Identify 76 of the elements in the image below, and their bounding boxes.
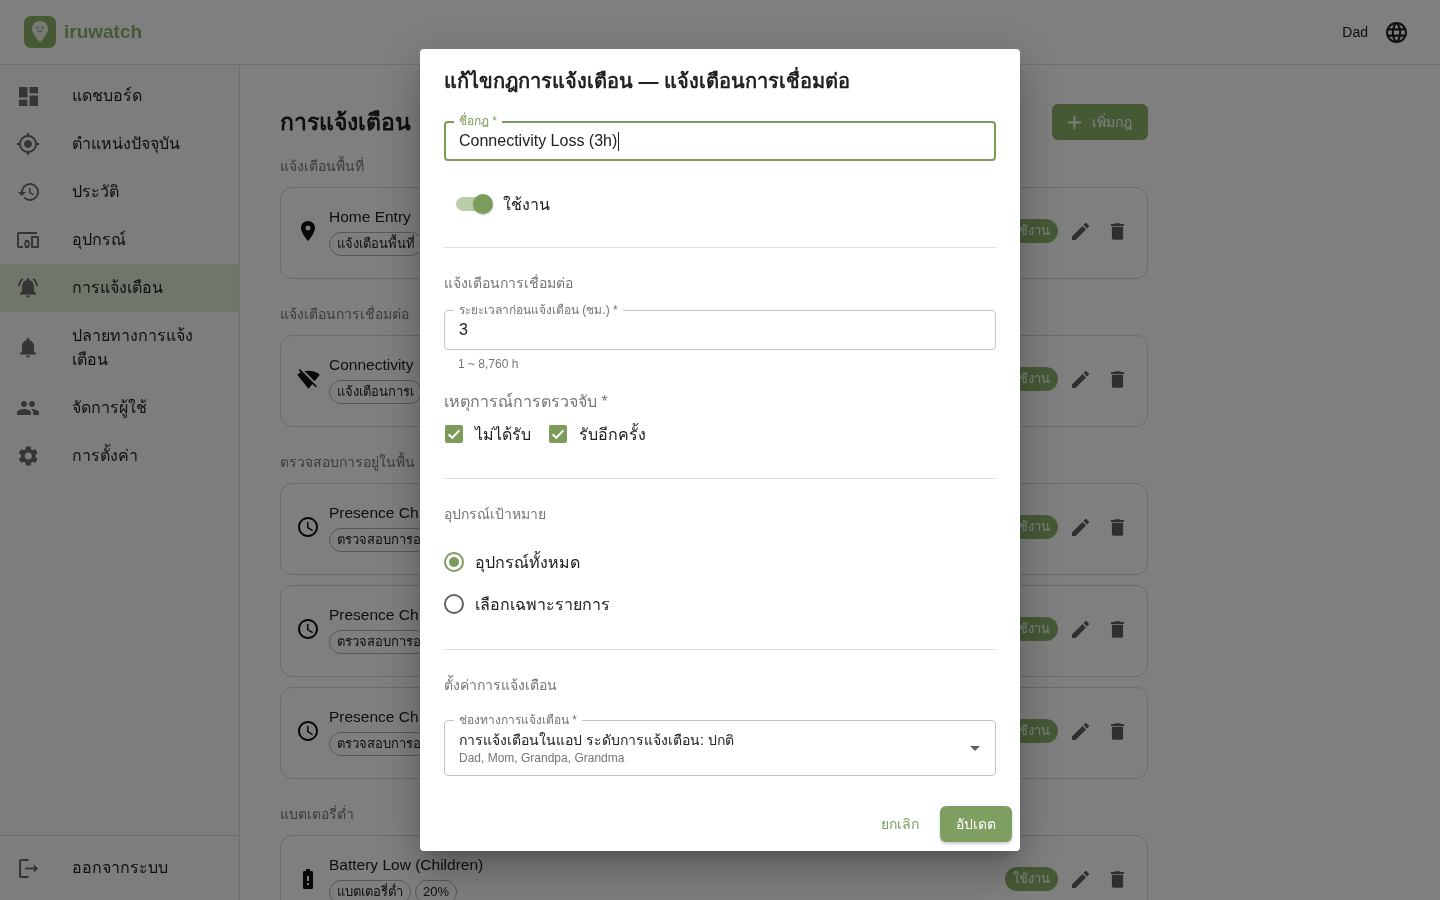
sidebar-item[interactable]: การตั้งค่า xyxy=(0,432,239,480)
section-heading: แจ้งเตือนการเชื่อมต่อ xyxy=(444,273,573,293)
field-label: ชื่อกฎ * xyxy=(454,114,502,128)
field-label: ช่องทางการแจ้งเตือน * xyxy=(454,713,582,727)
battery-alert-icon xyxy=(303,869,313,889)
page-title: การแจ้งเตือน xyxy=(280,108,411,137)
plus-icon xyxy=(1068,115,1081,129)
wifi-off-icon xyxy=(296,369,320,389)
devices-icon xyxy=(17,232,39,248)
pencil-icon[interactable] xyxy=(1072,370,1089,388)
pencil-icon[interactable] xyxy=(1072,518,1089,536)
pencil-icon[interactable] xyxy=(1072,722,1089,740)
history-icon xyxy=(17,183,39,201)
logout-icon xyxy=(18,858,38,878)
pencil-icon[interactable] xyxy=(1072,222,1089,240)
rule-name: Presence Ch xyxy=(329,605,419,625)
sidebar-item[interactable]: การแจ้งเตือน xyxy=(0,264,239,312)
ringing-bell-icon xyxy=(18,278,38,298)
checkbox[interactable] xyxy=(549,425,567,443)
brand-name: iruwatch xyxy=(64,21,143,43)
status-chip: ใช้งาน xyxy=(1005,867,1058,891)
dialog-title: แก้ไขกฎการแจ้งเตือน — แจ้งเตือนการเชื่อมต่อ xyxy=(420,49,1020,97)
section-label: แจ้งเตือนการเชื่อมต่อ xyxy=(280,304,409,324)
radio-label[interactable]: เลือกเฉพาะรายการ xyxy=(475,591,610,617)
checkbox[interactable] xyxy=(445,425,463,443)
trash-icon[interactable] xyxy=(1111,870,1124,888)
sidebar-item[interactable]: ประวัติ xyxy=(0,168,239,216)
radio-label[interactable]: อุปกรณ์ทั้งหมด xyxy=(475,549,580,575)
pin-icon xyxy=(301,221,315,241)
radio-button[interactable] xyxy=(444,594,464,614)
caret-icon xyxy=(970,745,980,751)
toggle-switch[interactable] xyxy=(456,194,493,214)
pencil-icon[interactable] xyxy=(1072,870,1089,888)
clock-icon xyxy=(298,517,318,537)
people-icon xyxy=(17,401,39,415)
section-heading: ตั้งค่าการแจ้งเตือน xyxy=(444,674,557,695)
trash-icon[interactable] xyxy=(1111,518,1124,536)
crosshair-icon xyxy=(17,133,39,155)
update-button[interactable]: อัปเดต xyxy=(940,806,1012,842)
sidebar-item[interactable]: แดชบอร์ด xyxy=(0,72,239,120)
pencil-icon[interactable] xyxy=(1072,620,1089,638)
trash-icon[interactable] xyxy=(1111,620,1124,638)
clock-icon xyxy=(298,721,318,741)
rule-name: Battery Low (Children) xyxy=(329,855,484,875)
checkbox-label[interactable]: ไม่ได้รับ xyxy=(475,421,531,447)
sidebar-item[interactable]: ตำแหน่งปัจจุบัน xyxy=(0,120,239,168)
logout-item[interactable]: ออกจากระบบ xyxy=(0,844,239,892)
trash-icon[interactable] xyxy=(1111,722,1124,740)
rule-name: Presence Ch xyxy=(329,503,419,523)
settings-icon xyxy=(18,446,38,466)
cancel-button[interactable]: ยกเลิก xyxy=(870,806,930,842)
toggle-label[interactable]: ใช้งาน xyxy=(503,191,550,217)
checkbox-label[interactable]: รับอีกครั้ง xyxy=(579,421,646,447)
logo-icon xyxy=(24,16,56,48)
text-cursor-icon xyxy=(618,131,620,151)
sidebar-item[interactable]: จัดการผู้ใช้ xyxy=(0,384,239,432)
dashboard-icon xyxy=(18,86,38,106)
field-label: ระยะเวลาก่อนแจ้งเตือน (ชม.) * xyxy=(454,303,623,317)
globe-icon[interactable] xyxy=(1386,21,1407,43)
clock-icon xyxy=(298,619,318,639)
section-label: แบตเตอรี่ต่ำ xyxy=(280,804,354,824)
sidebar-item[interactable]: อุปกรณ์ xyxy=(0,216,239,264)
trash-icon[interactable] xyxy=(1111,222,1124,240)
rule-name: Presence Ch xyxy=(329,707,419,727)
events-label: เหตุการณ์การตรวจจับ * xyxy=(444,391,608,414)
radio-button[interactable] xyxy=(444,552,464,572)
rule-name: Home Entry xyxy=(329,207,411,227)
section-heading: อุปกรณ์เป้าหมาย xyxy=(444,505,546,525)
user-name: Dad xyxy=(1342,24,1368,40)
bell-icon xyxy=(20,338,36,358)
section-label: ตรวจสอบการอยู่ในพื้น xyxy=(280,451,415,473)
rule-name: Connectivity xyxy=(329,355,414,375)
sidebar-item[interactable]: ปลายทางการแจ้งเตือน xyxy=(0,312,239,384)
section-label: แจ้งเตือนพื้นที่ xyxy=(280,155,364,176)
helper-text: 1 ~ 8,760 h xyxy=(458,356,519,373)
trash-icon[interactable] xyxy=(1111,370,1124,388)
